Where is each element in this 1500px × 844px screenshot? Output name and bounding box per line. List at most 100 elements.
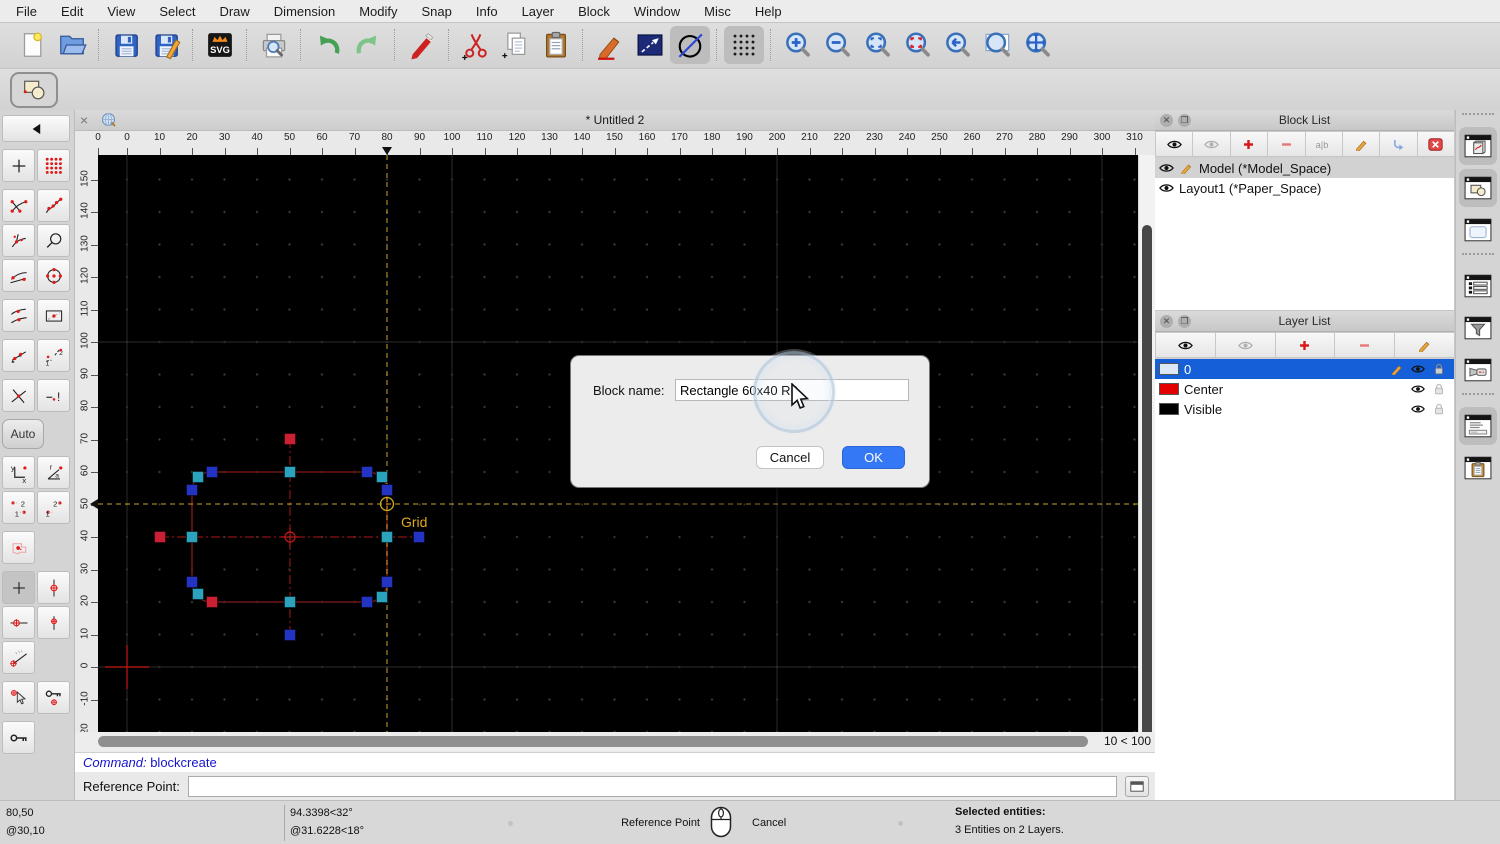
ok-button[interactable]: OK [842, 446, 905, 469]
order-a-button[interactable]: 21 [2, 491, 35, 524]
menu-dimension[interactable]: Dimension [274, 4, 335, 19]
rename-button[interactable]: a|b [1305, 131, 1343, 157]
crosshair-plus-button[interactable] [2, 571, 35, 604]
panel-close-icon[interactable]: ✕ [1160, 315, 1173, 328]
key-target-button[interactable] [37, 681, 70, 714]
menu-help[interactable]: Help [755, 4, 782, 19]
eye-off-button[interactable] [1215, 332, 1276, 358]
selection-handle[interactable] [285, 630, 296, 641]
horizontal-scrollbar-thumb[interactable] [98, 736, 1088, 747]
undo-button[interactable] [308, 26, 348, 64]
redo-button[interactable] [348, 26, 388, 64]
selection-handle[interactable] [382, 577, 393, 588]
vertical-scrollbar[interactable] [1138, 155, 1155, 732]
selection-handle[interactable] [187, 532, 198, 543]
menu-snap[interactable]: Snap [422, 4, 452, 19]
menu-layer[interactable]: Layer [522, 4, 555, 19]
block-list-row[interactable]: Layout1 (*Paper_Space) [1155, 178, 1454, 198]
snap-endpoint-button[interactable] [2, 189, 35, 222]
minus-button[interactable] [1267, 131, 1305, 157]
block-tool-button[interactable] [10, 72, 58, 108]
snap-center-button[interactable] [37, 259, 70, 292]
zoom-pan-button[interactable] [1018, 26, 1058, 64]
eye-off-button[interactable] [1192, 131, 1230, 157]
snap-on-entity-button[interactable] [37, 189, 70, 222]
selection-handle[interactable] [362, 597, 373, 608]
toggle-library-widget[interactable] [1459, 127, 1497, 165]
order-b-button[interactable]: 21 [37, 491, 70, 524]
menu-file[interactable]: File [16, 4, 37, 19]
zoom-out-button[interactable] [818, 26, 858, 64]
coords-cartesian-button[interactable]: yx [2, 456, 35, 489]
open-file-button[interactable] [52, 26, 92, 64]
menu-select[interactable]: Select [159, 4, 195, 19]
selection-handle[interactable] [193, 472, 204, 483]
snap-branch-button[interactable] [2, 224, 35, 257]
layer-list-row[interactable]: Center [1155, 379, 1454, 399]
line-tool-button[interactable] [630, 26, 670, 64]
panel-float-icon[interactable]: ❐ [1178, 114, 1191, 127]
selection-handle[interactable] [362, 467, 373, 478]
snap-grid-button[interactable] [37, 149, 70, 182]
minus-button[interactable] [1334, 332, 1395, 358]
cut-button[interactable] [456, 26, 496, 64]
layer-list-row[interactable]: Visible [1155, 399, 1454, 419]
draw-pencil-button[interactable] [590, 26, 630, 64]
relative-shape-button[interactable] [2, 531, 35, 564]
toggle-command-widget[interactable] [1459, 407, 1497, 445]
selection-handle[interactable] [414, 532, 425, 543]
grid-toggle-button[interactable] [724, 26, 764, 64]
selection-handle[interactable] [285, 597, 296, 608]
snap-tangent-button[interactable] [2, 259, 35, 292]
toggle-funnel-widget[interactable] [1459, 309, 1497, 347]
snap-free-button[interactable] [2, 149, 35, 182]
snap-middle-button[interactable] [2, 299, 35, 332]
pointer-target-button[interactable] [2, 681, 35, 714]
zoom-in-button[interactable] [778, 26, 818, 64]
back-arrow-button[interactable] [2, 115, 70, 142]
zoom-window-button[interactable] [978, 26, 1018, 64]
toggle-blank-widget[interactable] [1459, 211, 1497, 249]
delete-button[interactable] [402, 26, 442, 64]
menu-misc[interactable]: Misc [704, 4, 731, 19]
zoom-selected-button[interactable] [898, 26, 938, 64]
selection-handle[interactable] [377, 472, 388, 483]
copy-button[interactable] [496, 26, 536, 64]
menu-window[interactable]: Window [634, 4, 680, 19]
protractor-button[interactable] [2, 641, 35, 674]
snap-distance-button[interactable] [37, 299, 70, 332]
key-button[interactable] [2, 721, 35, 754]
command-input[interactable] [188, 776, 1117, 797]
restrict-b-button[interactable]: 12 [37, 339, 70, 372]
save-as-button[interactable] [146, 26, 186, 64]
selection-handle[interactable] [187, 485, 198, 496]
crosshair-target-button[interactable] [37, 571, 70, 604]
plus-button[interactable] [1275, 332, 1336, 358]
crosshair-small-button[interactable] [37, 606, 70, 639]
eye-button[interactable] [1155, 332, 1216, 358]
delete-x-button[interactable] [1417, 131, 1455, 157]
coords-polar-button[interactable]: ra [37, 456, 70, 489]
circle-tool-button[interactable] [670, 26, 710, 64]
selection-handle[interactable] [207, 467, 218, 478]
eye-button[interactable] [1155, 131, 1193, 157]
horizontal-scrollbar[interactable]: 10 < 100 [75, 732, 1155, 752]
block-list-row[interactable]: Model (*Model_Space) [1155, 158, 1454, 178]
cancel-button[interactable]: Cancel [756, 446, 824, 469]
selection-handle[interactable] [155, 532, 166, 543]
print-preview-button[interactable] [254, 26, 294, 64]
plus-button[interactable] [1230, 131, 1268, 157]
snap-exclaim-button[interactable]: ! [37, 379, 70, 412]
snap-loupe-button[interactable] [37, 224, 70, 257]
new-file-button[interactable] [12, 26, 52, 64]
pencil-button[interactable] [1394, 332, 1455, 358]
toggle-clipboard-widget[interactable] [1459, 449, 1497, 487]
selection-handle[interactable] [285, 467, 296, 478]
zoom-auto-button[interactable] [858, 26, 898, 64]
panel-close-icon[interactable]: ✕ [1160, 114, 1173, 127]
zoom-previous-button[interactable] [938, 26, 978, 64]
selection-handle[interactable] [193, 589, 204, 600]
selection-handle[interactable] [207, 597, 218, 608]
layer-list-row[interactable]: 0 [1155, 359, 1454, 379]
insert-button[interactable] [1379, 131, 1417, 157]
